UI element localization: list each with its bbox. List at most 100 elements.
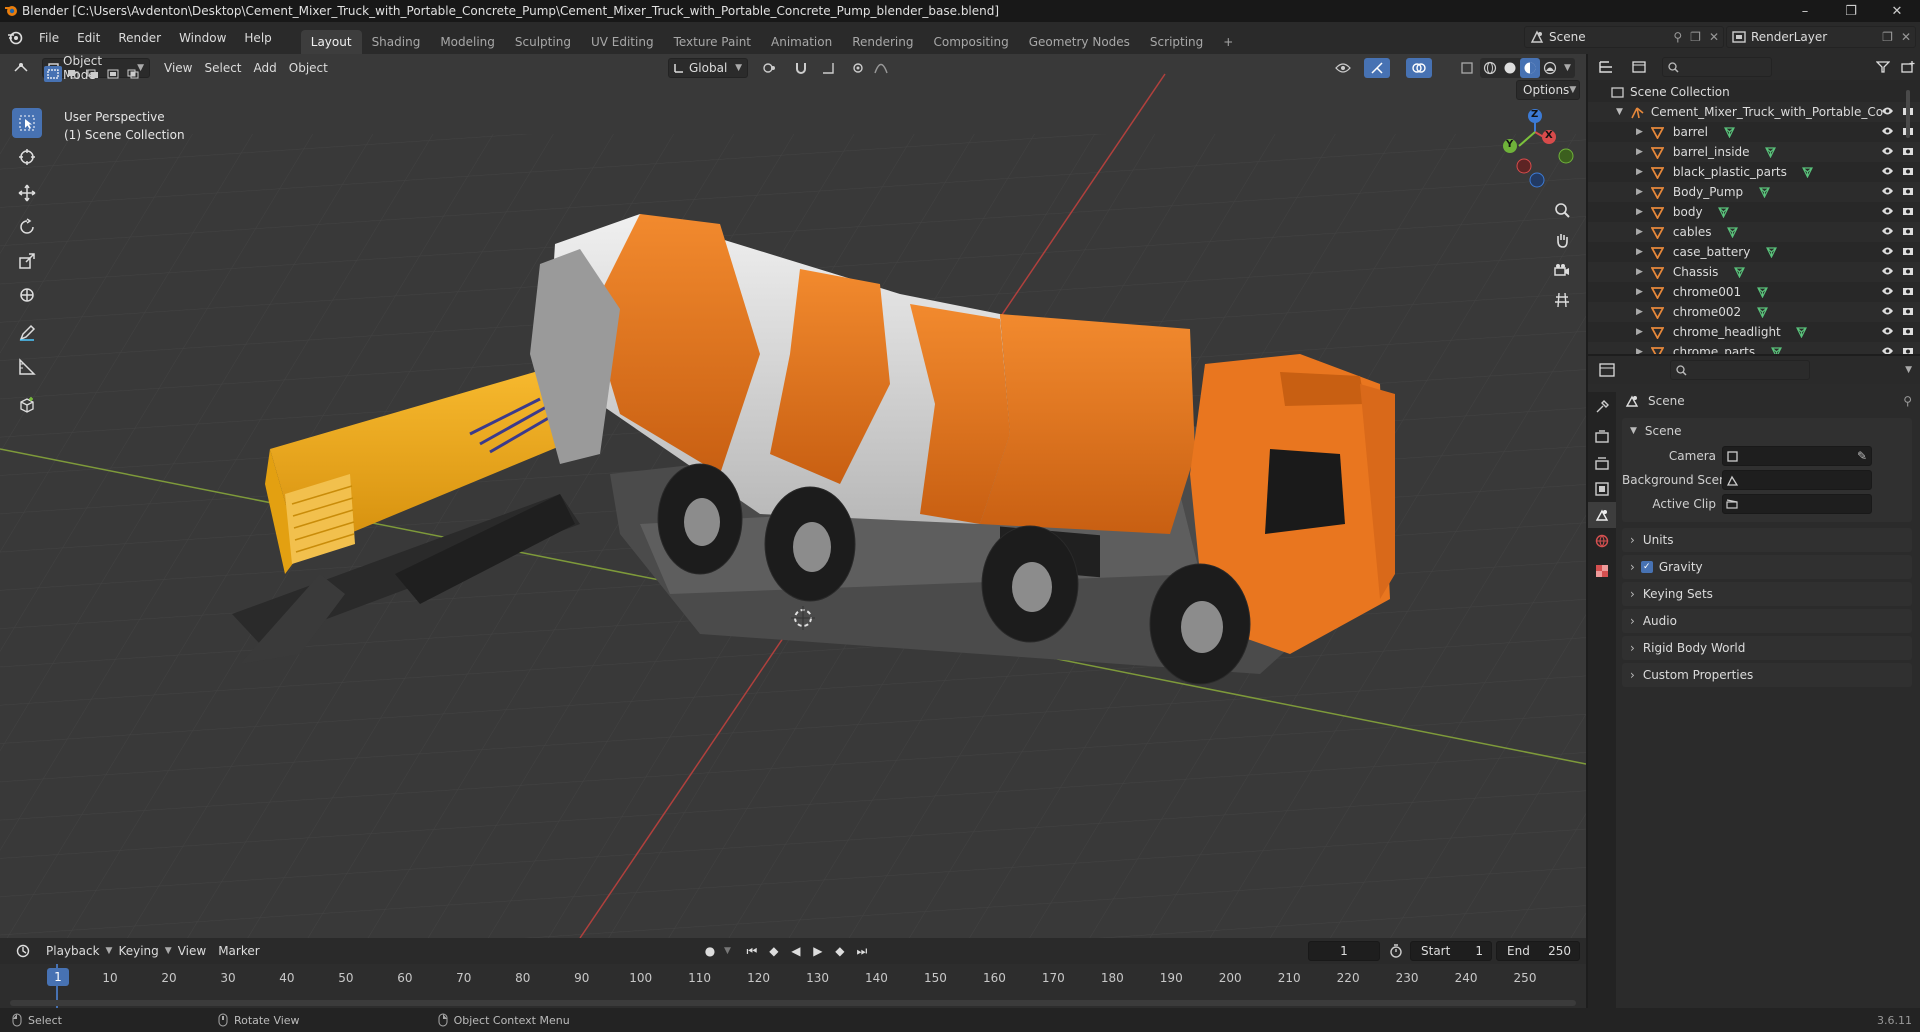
add-workspace-button[interactable]: +	[1213, 30, 1243, 54]
eye-icon[interactable]	[1881, 165, 1894, 179]
outliner-item[interactable]: ▶ case_battery	[1588, 242, 1920, 262]
properties-search-input[interactable]	[1670, 360, 1810, 380]
outliner-item[interactable]: ▶ Body_Pump	[1588, 182, 1920, 202]
prev-keyframe-icon[interactable]: ◆	[765, 941, 783, 961]
snap-icon[interactable]	[790, 58, 812, 78]
mesh-data-icon[interactable]	[1755, 286, 1769, 298]
viewport-menu-object[interactable]: Object	[283, 58, 334, 78]
view-layer-tab-icon[interactable]	[1588, 476, 1616, 502]
camera-render-icon[interactable]	[1902, 165, 1914, 179]
eye-icon[interactable]	[1881, 285, 1894, 299]
overlays-toggle-icon[interactable]	[1406, 58, 1432, 78]
timeline-menu-marker[interactable]: Marker	[212, 941, 265, 961]
play-reverse-icon[interactable]: ◀	[787, 941, 805, 961]
outliner-item[interactable]: ▶ cables	[1588, 222, 1920, 242]
scene-panel-header[interactable]: ▼ Scene	[1622, 418, 1912, 444]
scene-selector[interactable]: Scene ⚲ ❐ ✕	[1524, 26, 1724, 48]
outliner-item[interactable]: ▶ black_plastic_parts	[1588, 162, 1920, 182]
camera-render-icon[interactable]	[1902, 145, 1914, 159]
close-button[interactable]: ✕	[1874, 0, 1920, 22]
tab-texture-paint[interactable]: Texture Paint	[664, 30, 761, 54]
editor-type-icon[interactable]	[4, 58, 38, 78]
outliner-collection-row[interactable]: ▼ Cement_Mixer_Truck_with_Portable_Co	[1588, 102, 1920, 122]
expand-arrow-icon[interactable]: ▶	[1636, 287, 1643, 297]
visibility-icon[interactable]	[1328, 58, 1358, 78]
camera-render-icon[interactable]	[1902, 305, 1914, 319]
gravity-checkbox[interactable]: ✓	[1640, 561, 1653, 573]
maximize-button[interactable]: ❐	[1828, 0, 1874, 22]
outliner-search-input[interactable]	[1662, 57, 1772, 77]
chevron-down-icon[interactable]: ▼	[1560, 63, 1575, 73]
scene-tab-icon[interactable]	[1588, 502, 1616, 528]
outliner-item[interactable]: ▶ chrome_headlight	[1588, 322, 1920, 342]
stopwatch-icon[interactable]	[1386, 941, 1406, 961]
jump-start-icon[interactable]: ⏮	[743, 941, 761, 961]
mesh-data-icon[interactable]	[1764, 246, 1778, 258]
rotate-tool[interactable]	[12, 212, 42, 242]
camera-render-icon[interactable]	[1902, 325, 1914, 339]
annotate-tool[interactable]	[12, 318, 42, 348]
record-icon[interactable]: ●	[700, 941, 720, 961]
camera-render-icon[interactable]	[1902, 245, 1914, 259]
eye-icon[interactable]	[1881, 125, 1894, 139]
pin-icon[interactable]: ⚲	[1669, 30, 1686, 44]
mesh-data-icon[interactable]	[1795, 326, 1809, 338]
background-scene-field[interactable]	[1722, 470, 1872, 490]
camera-render-icon[interactable]	[1902, 345, 1914, 354]
menu-file[interactable]: File	[30, 26, 68, 50]
filter-icon[interactable]	[1870, 57, 1896, 77]
current-frame-field[interactable]: 1	[1308, 941, 1380, 961]
gravity-panel[interactable]: › ✓ Gravity	[1622, 555, 1912, 579]
outliner-item[interactable]: ▶ barrel_inside	[1588, 142, 1920, 162]
outliner-item[interactable]: ▶ chrome001	[1588, 282, 1920, 302]
solid-shading-icon[interactable]	[1500, 58, 1520, 78]
mesh-data-icon[interactable]	[1725, 226, 1739, 238]
select-new-icon[interactable]	[44, 66, 62, 82]
timeline-frames-area[interactable]: 10 20 30 40 50 60 70 80 90 100 110 120 130 140 150 160 1…	[0, 964, 1586, 1008]
next-keyframe-icon[interactable]: ◆	[831, 941, 849, 961]
tool-tab-icon[interactable]	[1588, 394, 1616, 420]
outliner-item[interactable]: ▶ Chassis	[1588, 262, 1920, 282]
eye-icon[interactable]	[1881, 345, 1894, 354]
expand-arrow-icon[interactable]: ▶	[1636, 187, 1643, 197]
wireframe-shading-icon[interactable]	[1480, 58, 1500, 78]
eye-icon[interactable]	[1881, 325, 1894, 339]
pan-hand-icon[interactable]	[1548, 226, 1576, 254]
expand-arrow-icon[interactable]: ▶	[1636, 347, 1643, 354]
chevron-down-icon[interactable]: ▼	[1905, 365, 1920, 375]
audio-panel[interactable]: › Audio	[1622, 609, 1912, 633]
minimize-button[interactable]: –	[1782, 0, 1828, 22]
mesh-data-icon[interactable]	[1801, 166, 1815, 178]
custom-properties-panel[interactable]: › Custom Properties	[1622, 663, 1912, 687]
tab-rendering[interactable]: Rendering	[842, 30, 923, 54]
outliner-scene-collection[interactable]: Scene Collection	[1588, 82, 1920, 102]
world-tab-icon[interactable]	[1588, 528, 1616, 554]
blender-menu-icon[interactable]	[0, 26, 30, 50]
viewport-menu-view[interactable]: View	[158, 58, 198, 78]
timeline-scrollbar[interactable]	[10, 1000, 1576, 1006]
menu-window[interactable]: Window	[170, 26, 235, 50]
render-tab-icon[interactable]	[1588, 424, 1616, 450]
camera-render-icon[interactable]	[1902, 185, 1914, 199]
camera-render-icon[interactable]	[1902, 265, 1914, 279]
mesh-data-icon[interactable]	[1732, 266, 1746, 278]
expand-arrow-icon[interactable]: ▶	[1636, 307, 1643, 317]
select-extend-icon[interactable]	[64, 66, 82, 82]
3d-viewport[interactable]: Z X Y Object Mode ▼ View Select Add Obje…	[0, 54, 1586, 938]
expand-arrow-icon[interactable]: ▶	[1636, 267, 1643, 277]
eyedropper-icon[interactable]: ✎	[1857, 449, 1871, 463]
tab-layout[interactable]: Layout	[300, 30, 362, 54]
timeline-menu-playback[interactable]: Playback	[40, 941, 106, 961]
camera-view-icon[interactable]	[1548, 256, 1576, 284]
tab-animation[interactable]: Animation	[761, 30, 842, 54]
units-panel[interactable]: › Units	[1622, 528, 1912, 552]
proportional-editing-icon[interactable]	[848, 58, 868, 78]
material-preview-shading-icon[interactable]	[1520, 58, 1540, 78]
eye-icon[interactable]	[1881, 225, 1894, 239]
viewport-menu-select[interactable]: Select	[198, 58, 247, 78]
menu-help[interactable]: Help	[235, 26, 280, 50]
keying-sets-panel[interactable]: › Keying Sets	[1622, 582, 1912, 606]
select-invert-icon[interactable]	[104, 66, 122, 82]
mesh-data-icon[interactable]	[1757, 186, 1771, 198]
eye-icon[interactable]	[1881, 265, 1894, 279]
